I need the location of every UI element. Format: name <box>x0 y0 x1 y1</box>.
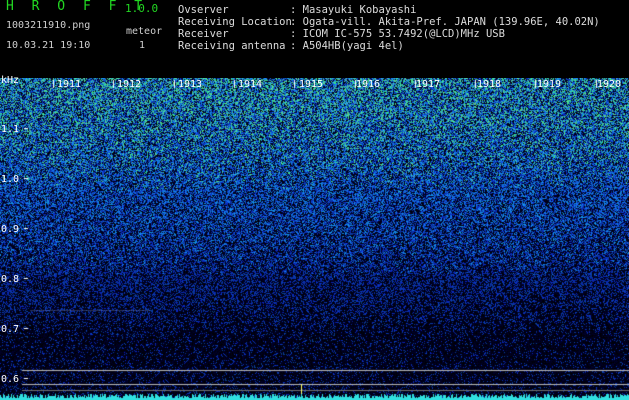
x-tick: 1920 <box>597 79 622 90</box>
x-tick: 1916 <box>356 79 381 90</box>
location-label: Receiving Location <box>178 16 292 28</box>
file-name: 1003211910.png <box>6 20 91 31</box>
x-tick: 1914 <box>238 79 263 90</box>
app-version: 1.0.0 <box>125 2 159 15</box>
timestamp: 10.03.21 19:10 <box>6 40 91 51</box>
y-axis-unit: kHz <box>1 75 20 86</box>
x-tick: 1918 <box>477 79 502 90</box>
y-tick: 0.9 <box>1 224 20 235</box>
x-tick: 1919 <box>537 79 562 90</box>
y-tick: 0.8 <box>1 274 20 285</box>
location-value: : Ogata-vill. Akita-Pref. JAPAN (139.96E… <box>290 16 600 28</box>
x-tick: 1917 <box>416 79 441 90</box>
x-tick: 1913 <box>178 79 203 90</box>
receiver-value: : ICOM IC-575 53.7492(@LCD)MHz USB <box>290 28 505 40</box>
x-tick: 1912 <box>117 79 142 90</box>
antenna-value: : A504HB(yagi 4el) <box>290 40 404 52</box>
x-tick: 1915 <box>299 79 324 90</box>
x-tick: 1911 <box>57 79 82 90</box>
observer-value: : Masayuki Kobayashi <box>290 4 417 16</box>
antenna-label: Receiving antenna <box>178 40 286 52</box>
y-tick: 1.1 <box>1 124 20 135</box>
y-tick: 1.0 <box>1 174 20 185</box>
meteor-count: 1 <box>139 40 146 51</box>
receiver-label: Receiver <box>178 28 229 40</box>
meteor-label: meteor <box>126 26 163 37</box>
y-tick: 0.6 <box>1 374 20 385</box>
observer-label: Ovserver <box>178 4 229 16</box>
y-tick: 0.7 <box>1 324 20 335</box>
spectrogram <box>0 78 629 400</box>
